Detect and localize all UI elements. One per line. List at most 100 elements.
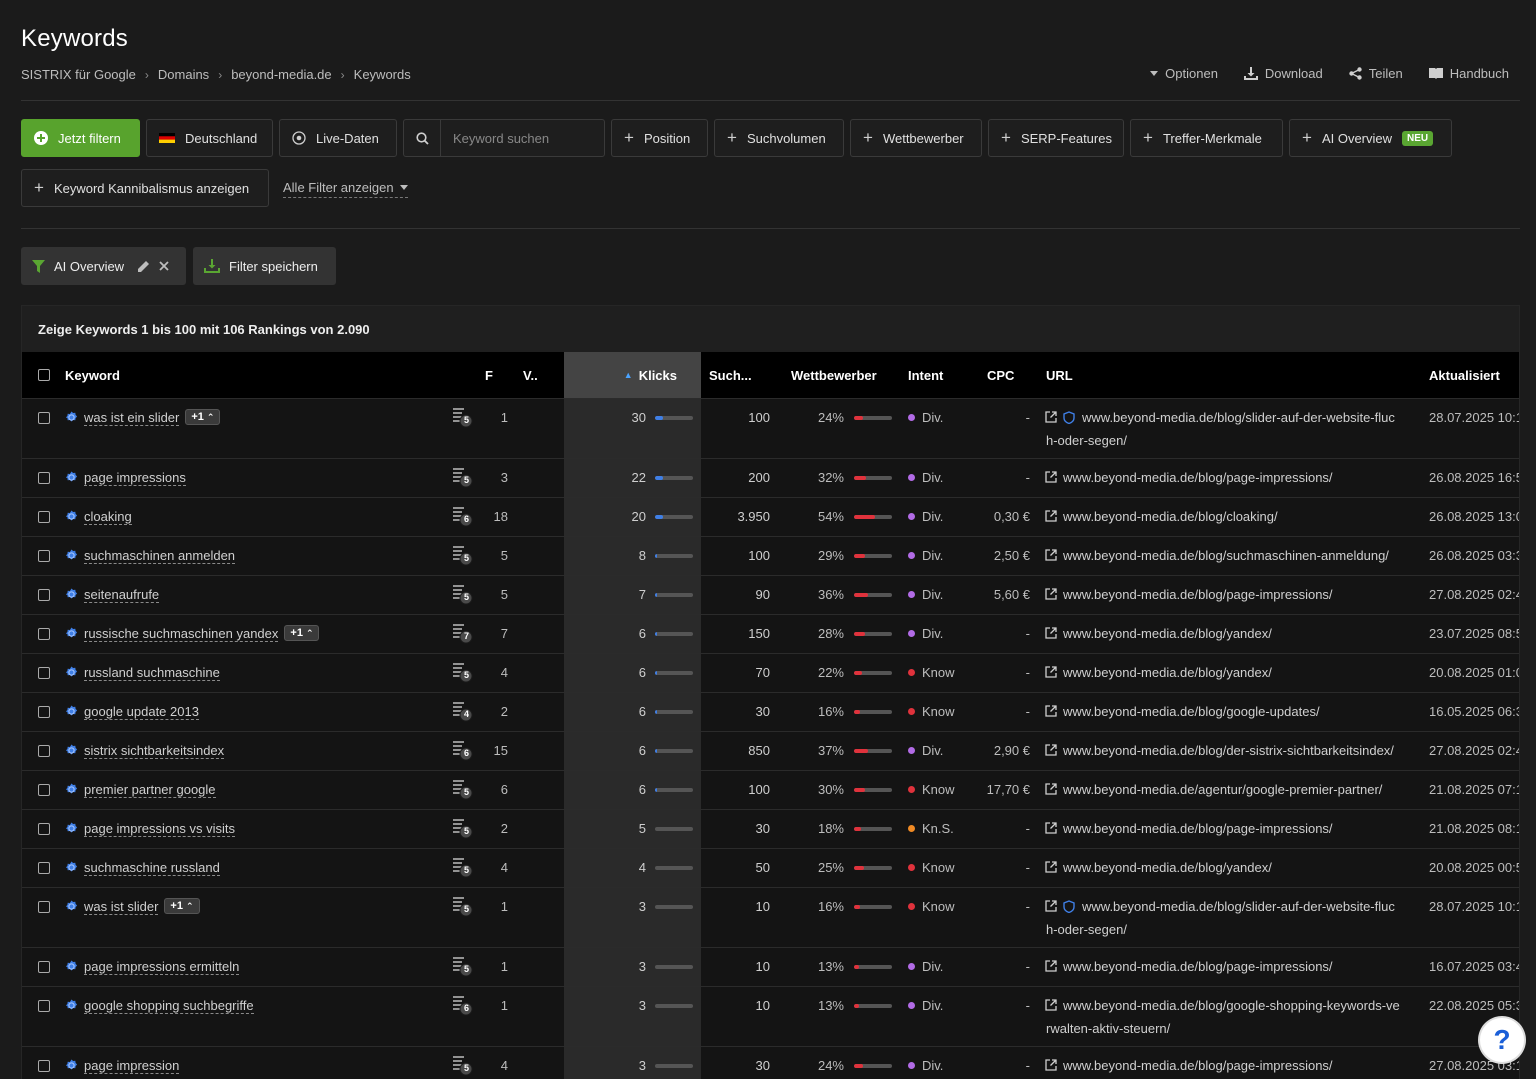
row-checkbox[interactable] <box>38 901 50 913</box>
share-button[interactable]: Teilen <box>1349 66 1403 81</box>
ai-overview-filter-button[interactable]: + AI Overview NEU <box>1289 119 1452 157</box>
url-link[interactable]: www.beyond-media.de/blog/page-impression… <box>1063 466 1333 489</box>
url-link-continued[interactable]: rwalten-aktiv-steuern/ <box>1046 1017 1170 1040</box>
manual-button[interactable]: Handbuch <box>1428 66 1509 81</box>
options-button[interactable]: Optionen <box>1150 66 1218 81</box>
serp-features-icon[interactable]: 7 <box>452 623 474 645</box>
external-link-icon[interactable] <box>1045 744 1057 758</box>
cannibalism-filter-button[interactable]: + Keyword Kannibalismus anzeigen <box>21 169 269 207</box>
url-link[interactable]: www.beyond-media.de/blog/cloaking/ <box>1063 505 1278 528</box>
row-checkbox[interactable] <box>38 784 50 796</box>
serp-features-icon[interactable]: 5 <box>452 1055 474 1077</box>
row-checkbox[interactable] <box>38 667 50 679</box>
keyword-link[interactable]: suchmaschine russland <box>84 860 220 876</box>
row-checkbox[interactable] <box>38 823 50 835</box>
url-link[interactable]: www.beyond-media.de/blog/slider-auf-der-… <box>1082 406 1395 429</box>
external-link-icon[interactable] <box>1045 705 1057 719</box>
serp-features-icon[interactable]: 6 <box>452 740 474 762</box>
external-link-icon[interactable] <box>1045 783 1057 797</box>
url-link[interactable]: www.beyond-media.de/blog/page-impression… <box>1063 955 1333 978</box>
external-link-icon[interactable] <box>1045 999 1057 1013</box>
live-data-button[interactable]: Live-Daten <box>279 119 397 157</box>
close-icon[interactable] <box>159 261 169 271</box>
active-filter-chip[interactable]: AI Overview <box>21 247 186 285</box>
serp-features-icon[interactable]: 5 <box>452 818 474 840</box>
url-link[interactable]: www.beyond-media.de/blog/yandex/ <box>1063 856 1272 879</box>
external-link-icon[interactable] <box>1045 549 1057 563</box>
col-f[interactable]: F <box>485 352 493 398</box>
more-rankings-badge[interactable]: +1 ⌃ <box>284 625 320 641</box>
url-link[interactable]: www.beyond-media.de/blog/yandex/ <box>1063 622 1272 645</box>
more-rankings-badge[interactable]: +1 ⌃ <box>185 409 221 425</box>
col-wettbewerber[interactable]: Wettbewerber <box>791 352 877 398</box>
country-button[interactable]: Deutschland <box>146 119 273 157</box>
external-link-icon[interactable] <box>1045 822 1057 836</box>
row-checkbox[interactable] <box>38 706 50 718</box>
external-link-icon[interactable] <box>1045 900 1057 914</box>
breadcrumb-item[interactable]: Domains <box>158 67 209 82</box>
row-checkbox[interactable] <box>38 1060 50 1072</box>
serp-features-icon[interactable]: 5 <box>452 467 474 489</box>
url-link-continued[interactable]: h-oder-segen/ <box>1046 918 1127 941</box>
serp-features-icon[interactable]: 5 <box>452 545 474 567</box>
url-link[interactable]: www.beyond-media.de/agentur/google-premi… <box>1063 778 1382 801</box>
row-checkbox[interactable] <box>38 511 50 523</box>
row-checkbox[interactable] <box>38 472 50 484</box>
serp-features-icon[interactable]: 6 <box>452 995 474 1017</box>
keyword-link[interactable]: page impression <box>84 1058 180 1074</box>
col-suchvolumen[interactable]: Such... <box>709 352 752 398</box>
external-link-icon[interactable] <box>1045 960 1057 974</box>
row-checkbox[interactable] <box>38 961 50 973</box>
serp-features-icon[interactable]: 5 <box>452 407 474 429</box>
keyword-link[interactable]: russische suchmaschinen yandex <box>84 626 279 642</box>
serp-features-icon[interactable]: 5 <box>452 896 474 918</box>
apply-filter-button[interactable]: Jetzt filtern <box>21 119 140 157</box>
serp-features-icon[interactable]: 5 <box>452 662 474 684</box>
keyword-link[interactable]: suchmaschinen anmelden <box>84 548 236 564</box>
external-link-icon[interactable] <box>1045 861 1057 875</box>
row-checkbox[interactable] <box>38 1000 50 1012</box>
col-klicks[interactable]: ▲ Klicks <box>564 352 701 398</box>
download-button[interactable]: Download <box>1243 66 1323 81</box>
keyword-link[interactable]: was ist slider <box>84 899 159 915</box>
external-link-icon[interactable] <box>1045 588 1057 602</box>
col-url[interactable]: URL <box>1046 352 1073 398</box>
url-link[interactable]: www.beyond-media.de/blog/page-impression… <box>1063 817 1333 840</box>
select-all-checkbox[interactable] <box>38 352 50 398</box>
external-link-icon[interactable] <box>1045 510 1057 524</box>
breadcrumb-item[interactable]: Keywords <box>354 67 411 82</box>
url-link-continued[interactable]: h-oder-segen/ <box>1046 429 1127 452</box>
more-rankings-badge[interactable]: +1 ⌃ <box>164 898 200 914</box>
url-link[interactable]: www.beyond-media.de/blog/slider-auf-der-… <box>1082 895 1395 918</box>
serp-features-icon[interactable]: 5 <box>452 956 474 978</box>
url-link[interactable]: www.beyond-media.de/blog/google-updates/ <box>1063 700 1320 723</box>
url-link[interactable]: www.beyond-media.de/blog/page-impression… <box>1063 583 1333 606</box>
keyword-link[interactable]: google shopping suchbegriffe <box>84 998 254 1014</box>
search-icon[interactable] <box>404 120 441 156</box>
keyword-link[interactable]: was ist ein slider <box>84 410 180 426</box>
keyword-link[interactable]: page impressions vs visits <box>84 821 235 837</box>
row-checkbox[interactable] <box>38 745 50 757</box>
keyword-link[interactable]: russland suchmaschine <box>84 665 220 681</box>
col-intent[interactable]: Intent <box>908 352 943 398</box>
serp-features-icon[interactable]: 6 <box>452 506 474 528</box>
url-link[interactable]: www.beyond-media.de/blog/google-shopping… <box>1063 994 1400 1017</box>
serp-features-icon[interactable]: 5 <box>452 584 474 606</box>
external-link-icon[interactable] <box>1045 666 1057 680</box>
all-filters-dropdown[interactable]: Alle Filter anzeigen <box>283 180 408 198</box>
row-checkbox[interactable] <box>38 628 50 640</box>
keyword-link[interactable]: page impressions ermitteln <box>84 959 240 975</box>
volume-filter-button[interactable]: + Suchvolumen <box>714 119 844 157</box>
row-checkbox[interactable] <box>38 412 50 424</box>
breadcrumb-item[interactable]: beyond-media.de <box>231 67 331 82</box>
keyword-link[interactable]: sistrix sichtbarkeitsindex <box>84 743 225 759</box>
position-filter-button[interactable]: + Position <box>611 119 708 157</box>
save-filter-button[interactable]: Filter speichern <box>193 247 336 285</box>
row-checkbox[interactable] <box>38 550 50 562</box>
col-aktualisiert[interactable]: Aktualisiert <box>1429 352 1500 398</box>
keyword-link[interactable]: google update 2013 <box>84 704 199 720</box>
row-checkbox[interactable] <box>38 589 50 601</box>
url-link[interactable]: www.beyond-media.de/blog/suchmaschinen-a… <box>1063 544 1389 567</box>
col-keyword[interactable]: Keyword <box>65 352 120 398</box>
external-link-icon[interactable] <box>1045 411 1057 425</box>
